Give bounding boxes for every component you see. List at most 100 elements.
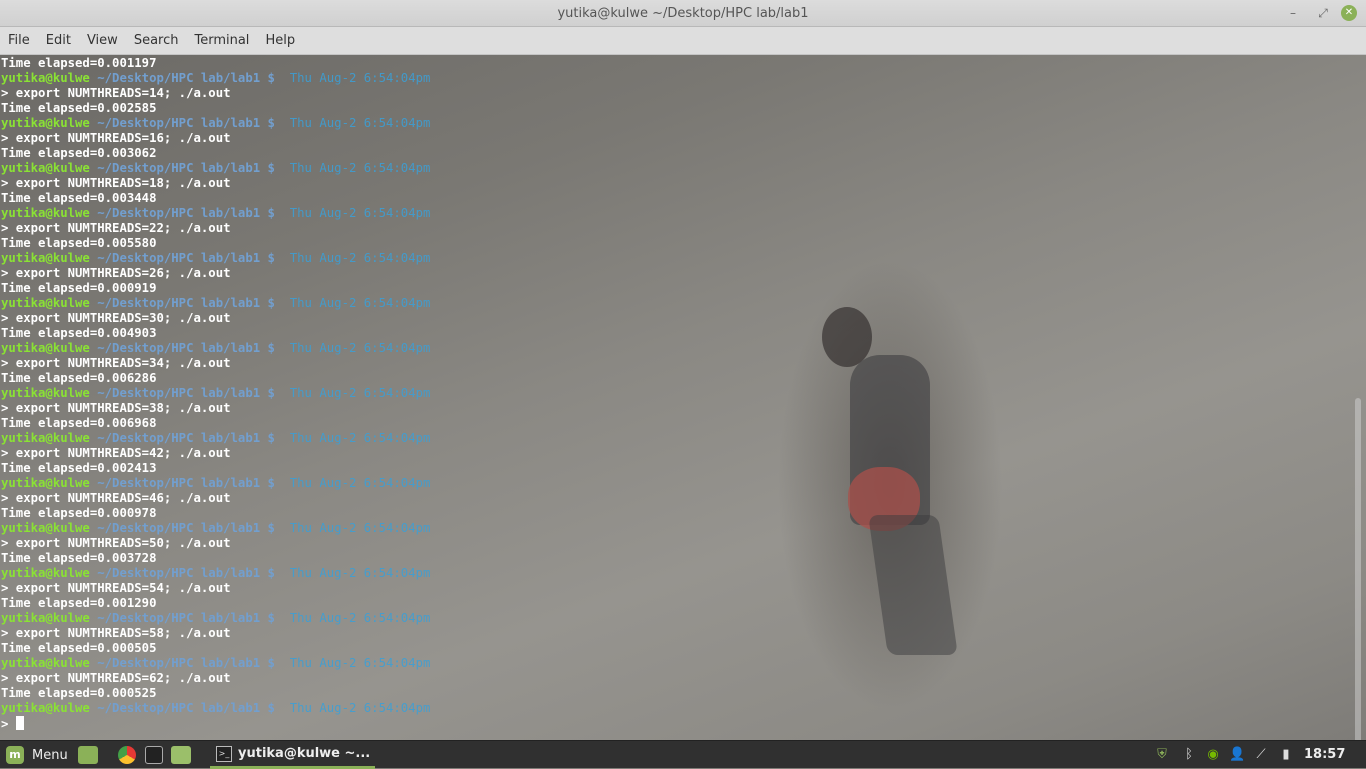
clock[interactable]: 18:57 (1304, 741, 1345, 769)
menu-file[interactable]: File (0, 27, 38, 54)
window-titlebar[interactable]: yutika@kulwe ~/Desktop/HPC lab/lab1 – ⤢ … (0, 0, 1366, 27)
prompt-line: yutika@kulwe ~/Desktop/HPC lab/lab1 $ Th… (1, 386, 430, 401)
menu-view[interactable]: View (79, 27, 126, 54)
wallpaper-figure-legs (868, 515, 958, 655)
prompt-path: ~/Desktop/HPC lab/lab1 $ (97, 341, 275, 355)
prompt-date: Thu Aug-2 6:54:04pm (289, 431, 431, 445)
output-line: Time elapsed=0.001290 (1, 596, 157, 610)
prompt-user: yutika@kulwe (1, 566, 90, 580)
prompt-path: ~/Desktop/HPC lab/lab1 $ (97, 701, 275, 715)
prompt-date: Thu Aug-2 6:54:04pm (289, 701, 431, 715)
minimize-icon[interactable]: – (1284, 4, 1302, 22)
prompt-path: ~/Desktop/HPC lab/lab1 $ (97, 71, 275, 85)
output-line: Time elapsed=0.002585 (1, 101, 157, 115)
prompt-user: yutika@kulwe (1, 161, 90, 175)
menu-help[interactable]: Help (257, 27, 303, 54)
menu-terminal[interactable]: Terminal (186, 27, 257, 54)
prompt-date: Thu Aug-2 6:54:04pm (289, 611, 431, 625)
prompt-path: ~/Desktop/HPC lab/lab1 $ (97, 161, 275, 175)
command-line: > export NUMTHREADS=14; ./a.out (1, 86, 231, 100)
command-line: > export NUMTHREADS=18; ./a.out (1, 176, 231, 190)
prompt-path: ~/Desktop/HPC lab/lab1 $ (97, 386, 275, 400)
prompt-line: yutika@kulwe ~/Desktop/HPC lab/lab1 $ Th… (1, 611, 430, 626)
prompt-user: yutika@kulwe (1, 431, 90, 445)
prompt-date: Thu Aug-2 6:54:04pm (289, 206, 431, 220)
prompt-date: Thu Aug-2 6:54:04pm (289, 116, 431, 130)
prompt-line: yutika@kulwe ~/Desktop/HPC lab/lab1 $ Th… (1, 656, 430, 671)
prompt-line: yutika@kulwe ~/Desktop/HPC lab/lab1 $ Th… (1, 296, 430, 311)
shield-icon[interactable]: ⛨ (1154, 747, 1170, 763)
maximize-icon[interactable]: ⤢ (1314, 4, 1332, 22)
output-line: Time elapsed=0.004903 (1, 326, 157, 340)
output-line: Time elapsed=0.000505 (1, 641, 157, 655)
task-terminal-window[interactable]: >_ yutika@kulwe ~... (210, 741, 375, 769)
prompt-date: Thu Aug-2 6:54:04pm (289, 386, 431, 400)
output-line: Time elapsed=0.005580 (1, 236, 157, 250)
terminal-scrollbar[interactable] (1355, 398, 1361, 740)
prompt-user: yutika@kulwe (1, 656, 90, 670)
prompt-line: yutika@kulwe ~/Desktop/HPC lab/lab1 $ Th… (1, 566, 430, 581)
folder-icon[interactable] (171, 741, 191, 769)
prompt-user: yutika@kulwe (1, 296, 90, 310)
command-line: > export NUMTHREADS=54; ./a.out (1, 581, 231, 595)
taskbar: m Menu >_ yutika@kulwe ~... ⛨ ᛒ ◉ 👤 ⟋ ▮ … (0, 740, 1366, 769)
prompt-user: yutika@kulwe (1, 701, 90, 715)
prompt-date: Thu Aug-2 6:54:04pm (289, 521, 431, 535)
command-line: > export NUMTHREADS=34; ./a.out (1, 356, 231, 370)
prompt-line: yutika@kulwe ~/Desktop/HPC lab/lab1 $ Th… (1, 116, 430, 131)
battery-icon[interactable]: ▮ (1278, 747, 1294, 763)
prompt-user: yutika@kulwe (1, 116, 90, 130)
command-line: > export NUMTHREADS=42; ./a.out (1, 446, 231, 460)
output-line: Time elapsed=0.006286 (1, 371, 157, 385)
prompt-line: yutika@kulwe ~/Desktop/HPC lab/lab1 $ Th… (1, 251, 430, 266)
prompt-line: yutika@kulwe ~/Desktop/HPC lab/lab1 $ Th… (1, 71, 430, 86)
output-line: Time elapsed=0.002413 (1, 461, 157, 475)
menu-button-label: Menu (32, 747, 68, 763)
command-line: > export NUMTHREADS=16; ./a.out (1, 131, 231, 145)
prompt-path: ~/Desktop/HPC lab/lab1 $ (97, 251, 275, 265)
command-line: > export NUMTHREADS=46; ./a.out (1, 491, 231, 505)
window-title: yutika@kulwe ~/Desktop/HPC lab/lab1 (557, 6, 809, 21)
prompt-line: yutika@kulwe ~/Desktop/HPC lab/lab1 $ Th… (1, 521, 430, 536)
chrome-icon[interactable] (118, 741, 136, 769)
prompt-date: Thu Aug-2 6:54:04pm (289, 251, 431, 265)
terminal-area[interactable]: Time elapsed=0.001197 yutika@kulwe ~/Desk… (0, 55, 1366, 740)
prompt-date: Thu Aug-2 6:54:04pm (289, 656, 431, 670)
output-line: Time elapsed=0.000978 (1, 506, 157, 520)
prompt-path: ~/Desktop/HPC lab/lab1 $ (97, 296, 275, 310)
terminal-small-icon: >_ (216, 745, 232, 762)
command-line: > export NUMTHREADS=30; ./a.out (1, 311, 231, 325)
prompt-line: yutika@kulwe ~/Desktop/HPC lab/lab1 $ Th… (1, 161, 430, 176)
prompt-user: yutika@kulwe (1, 71, 90, 85)
nvidia-icon[interactable]: ◉ (1205, 747, 1221, 763)
prompt-path: ~/Desktop/HPC lab/lab1 $ (97, 566, 275, 580)
prompt-line: yutika@kulwe ~/Desktop/HPC lab/lab1 $ Th… (1, 701, 430, 716)
mint-logo-icon: m (6, 746, 24, 764)
close-icon[interactable]: ✕ (1341, 5, 1357, 21)
menu-button[interactable]: m Menu (6, 741, 68, 769)
command-line: > export NUMTHREADS=22; ./a.out (1, 221, 231, 235)
current-input-line: > (1, 716, 430, 731)
prompt-date: Thu Aug-2 6:54:04pm (289, 71, 431, 85)
prompt-date: Thu Aug-2 6:54:04pm (289, 566, 431, 580)
prompt-path: ~/Desktop/HPC lab/lab1 $ (97, 521, 275, 535)
output-line: Time elapsed=0.003062 (1, 146, 157, 160)
output-line: Time elapsed=0.003728 (1, 551, 157, 565)
prompt-user: yutika@kulwe (1, 206, 90, 220)
prompt-user: yutika@kulwe (1, 251, 90, 265)
menu-edit[interactable]: Edit (38, 27, 79, 54)
prompt-path: ~/Desktop/HPC lab/lab1 $ (97, 656, 275, 670)
network-icon[interactable]: ⟋ (1253, 747, 1269, 763)
terminal-icon[interactable] (145, 741, 163, 769)
text-cursor (15, 716, 24, 730)
user-icon[interactable]: 👤 (1229, 747, 1245, 763)
prompt-path: ~/Desktop/HPC lab/lab1 $ (97, 431, 275, 445)
output-line: Time elapsed=0.000525 (1, 686, 157, 700)
command-line: > export NUMTHREADS=58; ./a.out (1, 626, 231, 640)
prompt-line: yutika@kulwe ~/Desktop/HPC lab/lab1 $ Th… (1, 341, 430, 356)
bluetooth-icon[interactable]: ᛒ (1181, 747, 1197, 763)
current-prompt: > (1, 717, 9, 731)
menu-search[interactable]: Search (126, 27, 187, 54)
files-icon[interactable] (78, 741, 98, 769)
prompt-line: yutika@kulwe ~/Desktop/HPC lab/lab1 $ Th… (1, 431, 430, 446)
